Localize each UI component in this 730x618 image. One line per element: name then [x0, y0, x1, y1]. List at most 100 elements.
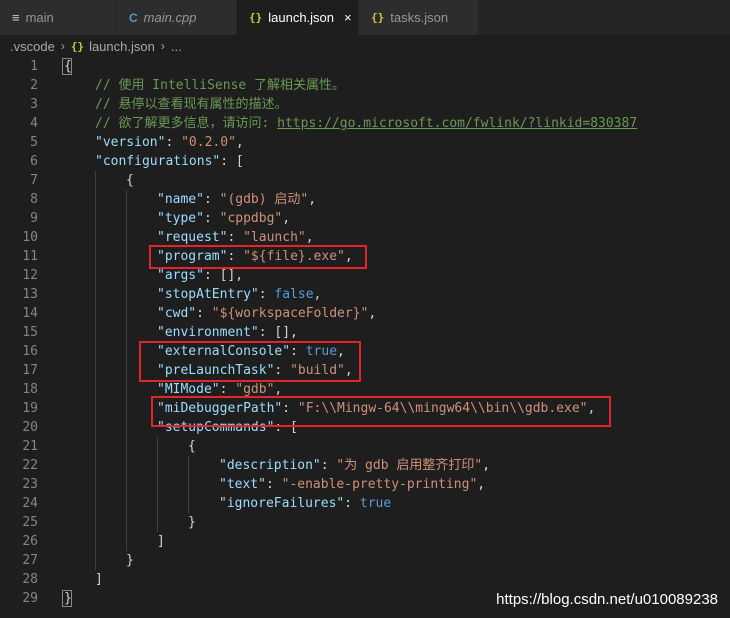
code-line[interactable]: 4 // 欲了解更多信息，请访问: https://go.microsoft.co… — [0, 114, 730, 133]
code-token: : [ — [220, 154, 244, 169]
code-line[interactable]: 13 "stopAtEntry": false, — [0, 285, 730, 304]
code-token: https://go.microsoft.com/fwlink/?linkid=… — [277, 116, 638, 131]
line-number: 7 — [30, 173, 38, 188]
code-line[interactable]: 25} — [0, 513, 730, 532]
code-token: // 欲了解更多信息，请访问: — [95, 116, 278, 131]
indent-guide — [157, 513, 158, 532]
code-line[interactable]: 24 "ignoreFailures": true — [0, 494, 730, 513]
code-token: : — [203, 192, 220, 207]
code-token: , — [477, 477, 486, 492]
indent-guide — [126, 209, 127, 228]
code-line[interactable]: 15 "environment": [], — [0, 323, 730, 342]
line-number: 23 — [22, 477, 38, 492]
code-token: "type" — [157, 211, 204, 226]
code-line[interactable]: 21 { — [0, 437, 730, 456]
line-number: 17 — [22, 363, 38, 378]
indent-guide — [126, 247, 127, 266]
code-token: { — [126, 173, 134, 188]
code-token: : — [258, 287, 275, 302]
line-number: 14 — [22, 306, 38, 321]
code-line[interactable]: 23 "text": "-enable-pretty-printing", — [0, 475, 730, 494]
code-token: : [], — [258, 325, 298, 340]
code-text: } — [188, 513, 196, 532]
watermark: https://blog.csdn.net/u010089238 — [496, 591, 718, 608]
code-line[interactable]: 5 "version": "0.2.0", — [0, 133, 730, 152]
tab-tasks-json[interactable]: {} tasks.json — [359, 0, 479, 35]
json-braces-icon: {} — [371, 11, 385, 24]
indent-guide — [126, 285, 127, 304]
code-token: "environment" — [157, 325, 259, 340]
line-number: 15 — [22, 325, 38, 340]
code-line[interactable]: 6 "configurations": [ — [0, 152, 730, 171]
code-token: , — [482, 458, 491, 473]
code-token: "launch" — [243, 230, 306, 245]
code-text: "description": "为 gdb 启用整齐打印", — [219, 456, 490, 475]
code-line[interactable]: 27} — [0, 551, 730, 570]
indent-guide — [95, 361, 96, 380]
line-number: 22 — [22, 458, 38, 473]
line-number: 10 — [22, 230, 38, 245]
code-token: "version" — [95, 135, 166, 150]
indent-guide — [95, 304, 96, 323]
code-text: ] — [157, 532, 165, 551]
tab-label: launch.json — [268, 10, 335, 25]
code-token: , — [368, 306, 377, 321]
code-token: "(gdb) 启动" — [219, 192, 309, 207]
code-token: : — [344, 496, 360, 511]
code-line[interactable]: 28] — [0, 570, 730, 589]
code-line[interactable]: 7{ — [0, 171, 730, 190]
indent-guide — [95, 323, 96, 342]
json-braces-icon: {} — [249, 11, 263, 24]
tab-launch-json[interactable]: {} launch.json × — [237, 0, 359, 35]
code-text: "cwd": "${workspaceFolder}", — [157, 304, 376, 323]
code-line[interactable]: 3 // 悬停以查看现有属性的描述。 — [0, 95, 730, 114]
highlight-box-console-task — [139, 341, 361, 382]
code-line[interactable]: 1{ — [0, 57, 730, 76]
line-number: 27 — [22, 553, 38, 568]
line-number: 4 — [30, 116, 38, 131]
line-number: 8 — [30, 192, 38, 207]
line-number: 5 — [30, 135, 38, 150]
line-number: 19 — [22, 401, 38, 416]
line-number: 28 — [22, 572, 38, 587]
indent-guide — [95, 380, 96, 399]
code-token: ] — [95, 572, 103, 587]
code-editor[interactable]: 29} 28] 27} 26] 25} 24 "ignoreFailures": true 2… — [0, 57, 730, 618]
close-icon[interactable]: × — [344, 10, 352, 25]
code-text: // 欲了解更多信息，请访问: https://go.microsoft.com… — [95, 114, 637, 133]
code-token: : — [320, 458, 337, 473]
code-line[interactable]: 9 "type": "cppdbg", — [0, 209, 730, 228]
breadcrumb-file[interactable]: launch.json — [89, 39, 155, 54]
indent-guide — [126, 190, 127, 209]
breadcrumb: .vscode › {} launch.json › ... — [0, 35, 730, 57]
indent-guide — [157, 456, 158, 475]
code-line[interactable]: 8 "name": "(gdb) 启动", — [0, 190, 730, 209]
line-number: 6 — [30, 154, 38, 169]
code-line[interactable]: 26] — [0, 532, 730, 551]
breadcrumb-symbols[interactable]: ... — [171, 39, 182, 54]
code-line[interactable]: 2 // 使用 IntelliSense 了解相关属性。 — [0, 76, 730, 95]
indent-guide — [95, 513, 96, 532]
code-line[interactable]: 22 "description": "为 gdb 启用整齐打印", — [0, 456, 730, 475]
chevron-right-icon: › — [160, 39, 165, 53]
line-number: 11 — [22, 249, 38, 264]
code-line[interactable]: 17 "preLaunchTask": "build", — [0, 361, 730, 380]
code-text: "version": "0.2.0", — [95, 133, 244, 152]
indent-guide — [126, 342, 127, 361]
code-line[interactable]: 16 "externalConsole": true, — [0, 342, 730, 361]
tab-main[interactable]: ≡ main — [0, 0, 117, 35]
indent-guide — [126, 266, 127, 285]
code-token: : — [227, 230, 244, 245]
indent-guide — [95, 247, 96, 266]
code-text: } — [126, 551, 134, 570]
indent-guide — [126, 361, 127, 380]
code-token: "0.2.0" — [181, 135, 236, 150]
code-token: "cppdbg" — [219, 211, 283, 226]
breadcrumb-folder[interactable]: .vscode — [10, 39, 55, 54]
code-line[interactable]: 14 "cwd": "${workspaceFolder}", — [0, 304, 730, 323]
code-token: "ignoreFailures" — [219, 496, 345, 511]
indent-guide — [95, 437, 96, 456]
tab-main-cpp[interactable]: C main.cpp — [117, 0, 237, 35]
code-token: : [], — [203, 268, 244, 283]
code-token: , — [274, 382, 283, 397]
